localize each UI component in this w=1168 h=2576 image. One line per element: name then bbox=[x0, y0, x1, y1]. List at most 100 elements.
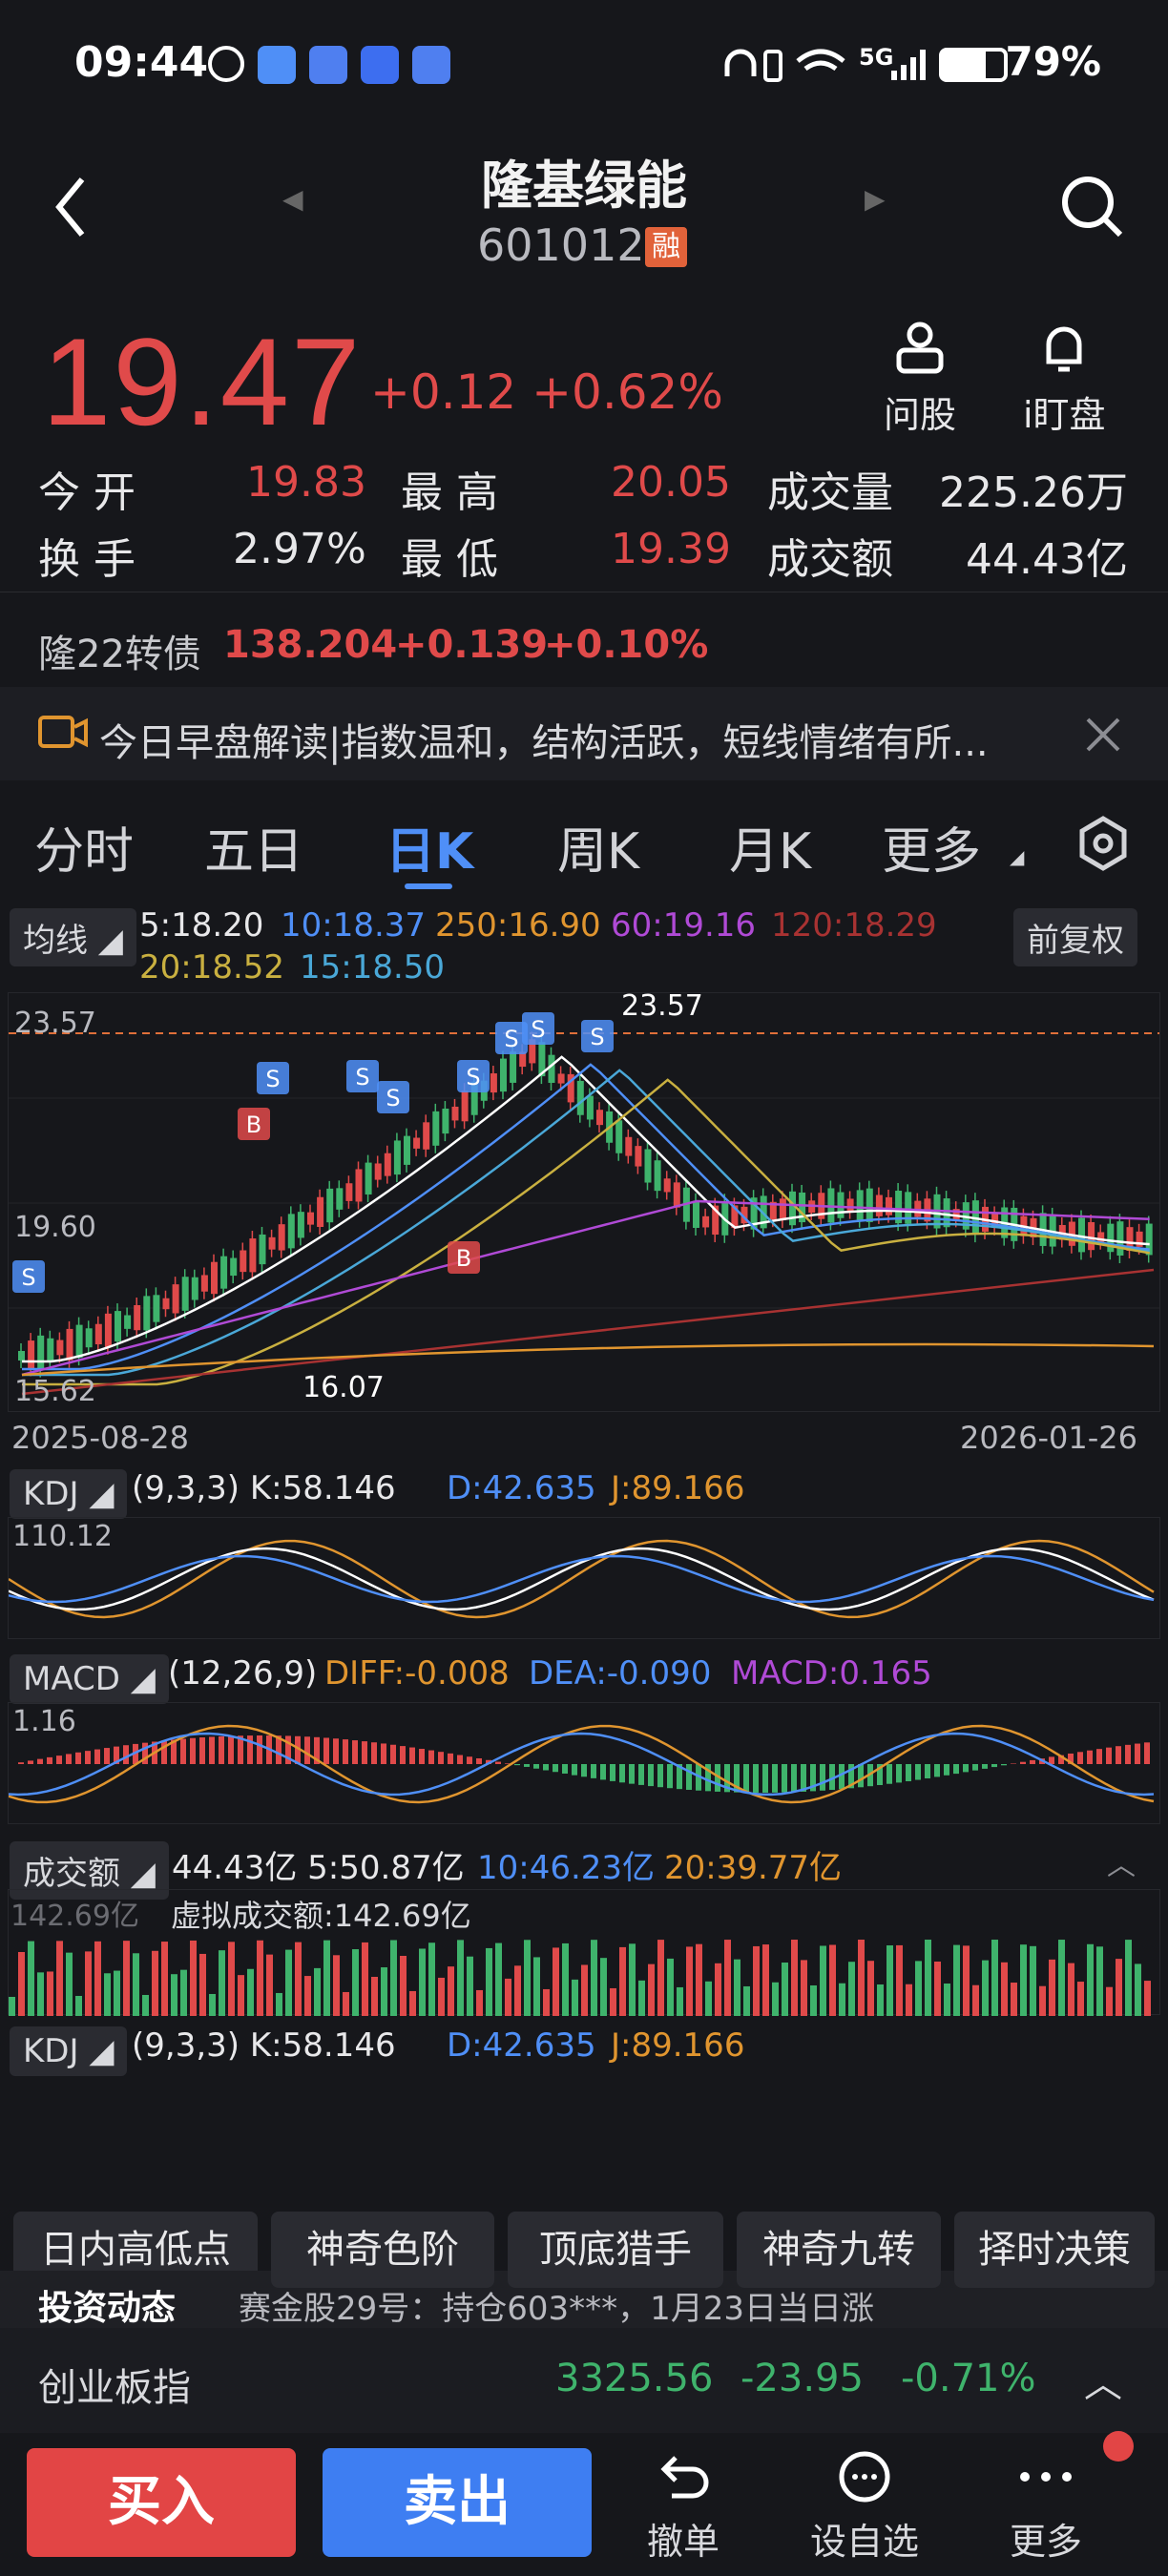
volume-bar bbox=[18, 1952, 25, 2016]
search-icon[interactable] bbox=[1057, 172, 1128, 242]
volume-bar bbox=[886, 1945, 893, 2016]
tab-monthly-k[interactable]: 月K bbox=[729, 811, 811, 883]
volume-bar bbox=[190, 1940, 197, 2016]
tool-button[interactable]: 顶底猎手 bbox=[508, 2212, 723, 2288]
kline-chart[interactable]: BSSSBSSSSS 23.57 19.60 15.62 23.57 16.07 bbox=[8, 989, 1160, 1412]
adjust-chip[interactable]: 前复权 bbox=[1013, 908, 1137, 966]
macd-bar bbox=[448, 1753, 453, 1764]
volume-chart[interactable]: 142.69亿 虚拟成交额:142.69亿 bbox=[8, 1889, 1160, 2016]
macd-dea: DEA:-0.090 bbox=[529, 1654, 712, 1693]
volume-bar bbox=[591, 1940, 597, 2016]
macd-chip[interactable]: MACD ◢ bbox=[10, 1654, 169, 1704]
volume-bar bbox=[839, 1983, 845, 2016]
low-label: 最 低 bbox=[401, 535, 498, 584]
candle-body bbox=[143, 1296, 151, 1331]
volume-bar bbox=[553, 1947, 559, 2016]
volume-bar bbox=[1135, 1963, 1141, 2016]
volume-bar bbox=[85, 1951, 92, 2016]
macd-bar bbox=[28, 1760, 33, 1764]
clock: 09:44 bbox=[74, 38, 209, 87]
volume-bar bbox=[1125, 1940, 1132, 2016]
volume-bar bbox=[1020, 1944, 1027, 2016]
macd-bar bbox=[629, 1764, 635, 1784]
volume-bar bbox=[810, 1984, 817, 2016]
volume-bar bbox=[1116, 1959, 1122, 2016]
tool-button[interactable]: 择时决策 bbox=[954, 2212, 1155, 2288]
volume-bar bbox=[657, 1940, 664, 2016]
volume-bar bbox=[991, 1940, 998, 2016]
open-label: 今 开 bbox=[38, 468, 136, 517]
volume-bar bbox=[314, 1967, 321, 2016]
volume-bar bbox=[858, 1940, 865, 2016]
volume-bar bbox=[696, 1943, 702, 2016]
volume-bar bbox=[352, 1949, 359, 2016]
settings-icon[interactable] bbox=[1074, 815, 1132, 872]
watch-button[interactable]: i盯盘 bbox=[1023, 320, 1106, 438]
volume-bar bbox=[762, 1944, 769, 2016]
candle-body bbox=[162, 1298, 170, 1310]
more-label: 更多 bbox=[1009, 2521, 1082, 2563]
volume-bar bbox=[906, 1984, 912, 2016]
ask-stock-button[interactable]: 问股 bbox=[884, 320, 956, 438]
volume-bar bbox=[562, 1942, 569, 2016]
news-bar[interactable]: 今日早盘解读|指数温和，结构活跃，短线情绪有所... bbox=[0, 687, 1168, 780]
candle-body bbox=[635, 1146, 642, 1167]
macd-bar bbox=[991, 1764, 997, 1768]
close-icon[interactable] bbox=[1084, 716, 1122, 754]
volume-bar bbox=[9, 1997, 15, 2016]
volume-bar bbox=[171, 1974, 177, 2016]
ma-chip[interactable]: 均线 ◢ bbox=[10, 908, 136, 966]
candle-body bbox=[1107, 1223, 1115, 1253]
kdj-chart[interactable]: 110.12 bbox=[8, 1517, 1160, 1639]
macd-bar bbox=[371, 1742, 377, 1764]
chevron-up-icon[interactable]: ︿ bbox=[1107, 1841, 1136, 1883]
volume-bar bbox=[371, 1977, 378, 2016]
ticker-text: 赛金股29号：持仓603***，1月23日当日涨 bbox=[239, 2290, 875, 2328]
macd-bar bbox=[1135, 1743, 1140, 1764]
macd-bar bbox=[925, 1764, 930, 1778]
buy-button[interactable]: 买入 bbox=[27, 2448, 296, 2557]
tab-intraday[interactable]: 分时 bbox=[34, 811, 134, 883]
macd-bar bbox=[657, 1764, 663, 1788]
macd-bar bbox=[1087, 1750, 1093, 1764]
tab-weekly-k[interactable]: 周K bbox=[557, 811, 639, 883]
chevron-up-icon[interactable]: ︿ bbox=[1084, 2353, 1122, 2408]
add-watchlist-button[interactable]: 设自选 bbox=[807, 2450, 922, 2565]
index-bar[interactable]: 创业板指 3325.56 -23.95 -0.71% ︿ bbox=[0, 2328, 1168, 2433]
kdj2-chip[interactable]: KDJ ◢ bbox=[10, 2026, 128, 2076]
signal-marker-label: S bbox=[531, 1016, 545, 1043]
next-stock-icon[interactable]: ▶ bbox=[865, 183, 886, 215]
kdj-chip[interactable]: KDJ ◢ bbox=[10, 1469, 128, 1519]
macd-bar bbox=[209, 1736, 215, 1764]
candle-body bbox=[374, 1163, 382, 1180]
macd-bar bbox=[963, 1764, 969, 1773]
sell-button[interactable]: 卖出 bbox=[323, 2448, 592, 2557]
tab-daily-k[interactable]: 日K bbox=[386, 811, 473, 883]
high-label: 最 高 bbox=[401, 468, 498, 517]
macd-bar bbox=[56, 1755, 62, 1764]
volume-bar bbox=[114, 1970, 120, 2016]
macd-chart[interactable]: 1.16 bbox=[8, 1702, 1160, 1824]
volume-bar bbox=[705, 1981, 712, 2016]
turnover-value: 2.97% bbox=[233, 525, 366, 573]
volume-bar bbox=[323, 1940, 330, 2016]
macd-bar bbox=[944, 1764, 949, 1776]
candle-body bbox=[172, 1284, 179, 1314]
cancel-order-button[interactable]: 撤单 bbox=[643, 2450, 723, 2565]
candle-body bbox=[287, 1214, 295, 1249]
tab-more[interactable]: 更多 bbox=[882, 811, 981, 883]
candle-body bbox=[47, 1338, 54, 1362]
tool-button[interactable]: 神奇色阶 bbox=[271, 2212, 494, 2288]
more-button[interactable]: 更多 bbox=[1006, 2450, 1125, 2565]
amount-value: 44.43亿 bbox=[966, 535, 1128, 584]
volume-bar bbox=[123, 1941, 130, 2016]
battery-level: 79% bbox=[1005, 38, 1101, 85]
candle-body bbox=[220, 1256, 228, 1289]
volume-bar bbox=[505, 1978, 511, 2016]
ma5-value: 5:18.20 bbox=[139, 906, 264, 945]
ma15-value: 15:18.50 bbox=[300, 948, 446, 987]
tool-button[interactable]: 神奇九转 bbox=[737, 2212, 941, 2288]
candle-body bbox=[837, 1192, 845, 1218]
tab-five-day[interactable]: 五日 bbox=[204, 811, 303, 883]
candle-body bbox=[240, 1250, 247, 1273]
